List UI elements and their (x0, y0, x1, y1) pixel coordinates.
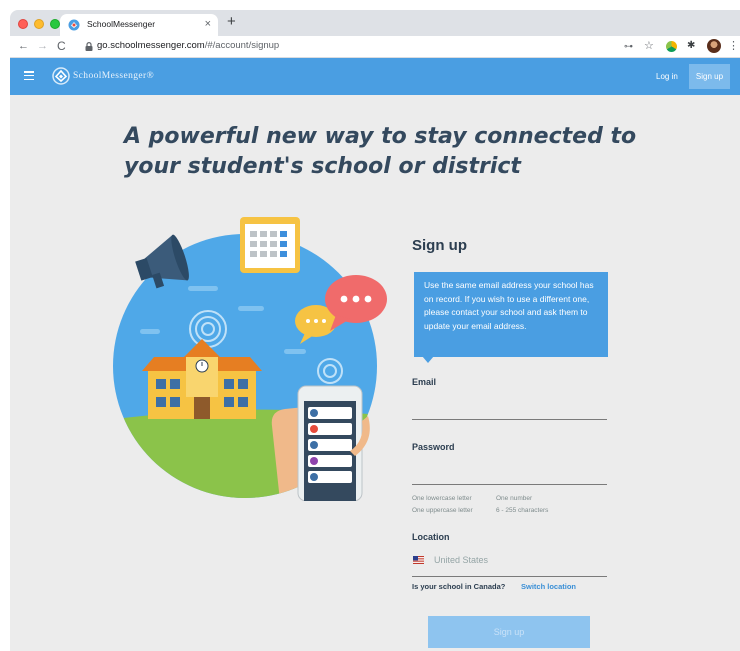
tab-close-icon[interactable]: × (205, 18, 211, 30)
puzzle-icon[interactable]: ✱ (687, 40, 695, 52)
school-communication-illustration (113, 217, 387, 501)
signup-form-title: Sign up (412, 237, 467, 254)
callout-tail (422, 356, 434, 363)
password-label: Password (412, 442, 455, 452)
header-signup-button[interactable]: Sign up (689, 64, 730, 89)
new-tab-button[interactable]: + (227, 14, 236, 30)
tab-title: SchoolMessenger (87, 19, 156, 29)
minimize-window-button[interactable] (34, 19, 44, 29)
lock-icon[interactable] (85, 42, 93, 51)
browser-toolbar: ← → C go.schoolmessenger.com/#/account/s… (10, 36, 740, 58)
email-label: Email (412, 377, 437, 387)
back-icon[interactable]: ← (18, 39, 29, 53)
location-select[interactable]: United States (434, 555, 488, 565)
url-path: /#/account/signup (204, 40, 280, 51)
logo-text: SchoolMessenger® (73, 71, 155, 81)
extension-icon[interactable] (666, 41, 677, 52)
password-field[interactable] (412, 463, 607, 483)
password-rule: One number (496, 495, 533, 502)
browser-tabstrip: SchoolMessenger × + (10, 10, 740, 36)
page-content: A powerful new way to stay connected to … (10, 95, 740, 651)
password-rule: One lowercase letter (412, 495, 472, 502)
reload-icon[interactable]: C (57, 39, 66, 53)
login-link[interactable]: Log in (656, 72, 678, 81)
email-field[interactable] (412, 398, 607, 418)
password-rule: One uppercase letter (412, 507, 473, 514)
close-window-button[interactable] (18, 19, 28, 29)
app-header: SchoolMessenger® Log in Sign up (10, 58, 740, 95)
star-icon[interactable]: ☆ (644, 40, 654, 52)
hamburger-icon[interactable] (24, 71, 34, 81)
schoolmessenger-logo-icon[interactable] (52, 67, 70, 85)
url-host: go.schoolmessenger.com (97, 40, 205, 51)
password-rule: 6 - 255 characters (496, 507, 549, 514)
password-underline (412, 484, 607, 485)
location-label: Location (412, 532, 450, 542)
canada-question: Is your school in Canada? (412, 582, 506, 591)
signup-submit-button[interactable]: Sign up (428, 616, 590, 648)
address-bar[interactable]: go.schoolmessenger.com/#/account/signup (97, 40, 279, 51)
flag-us-icon (413, 556, 424, 564)
menu-icon[interactable]: ⋮ (728, 40, 739, 52)
location-underline (412, 576, 607, 577)
profile-icon[interactable] (707, 39, 721, 53)
maximize-window-button[interactable] (50, 19, 60, 29)
page-headline: A powerful new way to stay connected to … (124, 124, 637, 179)
email-underline (412, 419, 607, 420)
key-icon[interactable]: ⊶ (624, 40, 633, 52)
switch-location-link[interactable]: Switch location (521, 582, 576, 591)
schoolmessenger-favicon-icon (68, 19, 80, 31)
email-info-callout: Use the same email address your school h… (414, 272, 608, 357)
browser-tab[interactable]: SchoolMessenger × (60, 14, 218, 36)
forward-icon[interactable]: → (37, 39, 48, 53)
